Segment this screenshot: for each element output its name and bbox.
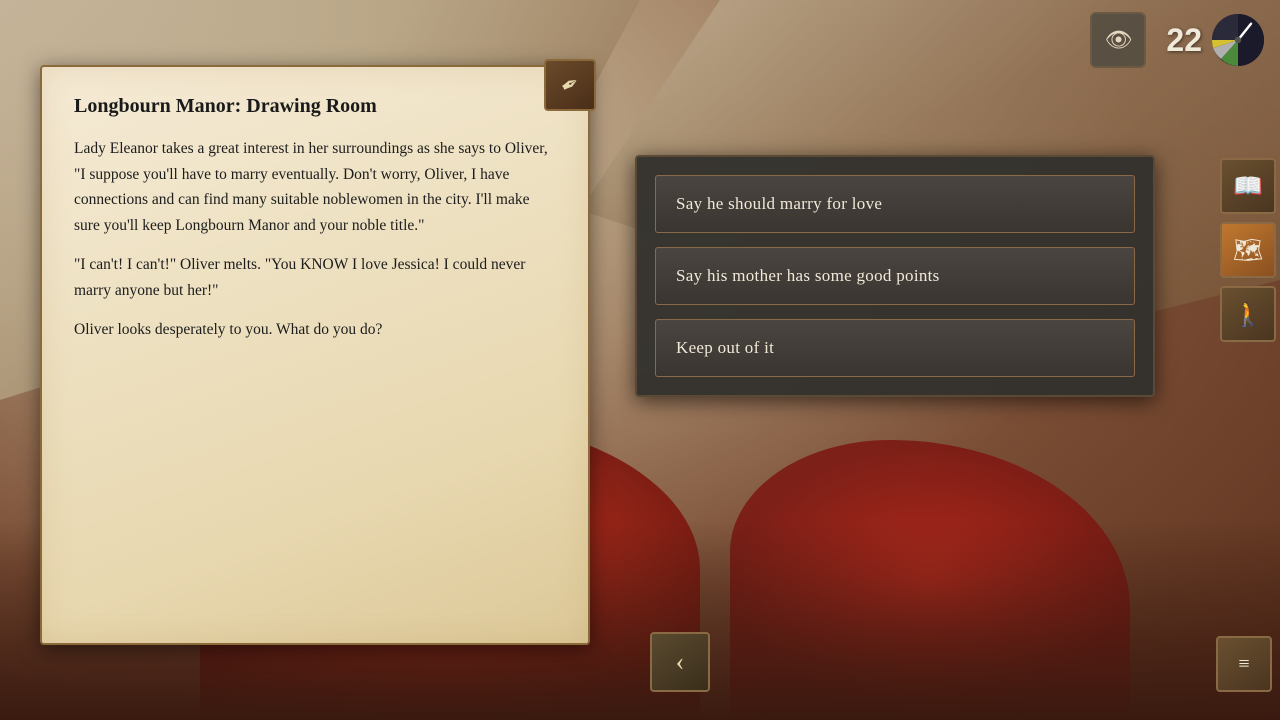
stats-pie-chart bbox=[1212, 14, 1264, 66]
choice-button-2[interactable]: Say his mother has some good points bbox=[655, 247, 1135, 305]
narrative-text: Lady Eleanor takes a great interest in h… bbox=[74, 136, 556, 343]
walk-icon: 🚶 bbox=[1233, 300, 1263, 329]
feather-icon: ✒ bbox=[556, 69, 585, 101]
eye-icon: 👁 bbox=[1104, 27, 1132, 53]
choice-button-1[interactable]: Say he should marry for love bbox=[655, 175, 1135, 233]
chevron-left-icon: ‹ bbox=[676, 647, 685, 677]
score-display: 22 bbox=[1166, 14, 1264, 66]
right-sidebar: 📖 🗺 🚶 bbox=[1212, 150, 1280, 350]
narrative-paragraph-2: "I can't! I can't!" Oliver melts. "You K… bbox=[74, 252, 556, 303]
narrative-paragraph-3: Oliver looks desperately to you. What do… bbox=[74, 317, 556, 343]
journal-button[interactable]: ✒ bbox=[544, 59, 596, 111]
move-sidebar-button[interactable]: 🚶 bbox=[1220, 286, 1276, 342]
hamburger-icon: ≡ bbox=[1238, 653, 1249, 676]
choice-button-3[interactable]: Keep out of it bbox=[655, 319, 1135, 377]
map-sidebar-button[interactable]: 🗺 bbox=[1220, 222, 1276, 278]
location-title: Longbourn Manor: Drawing Room bbox=[74, 95, 556, 118]
journal-sidebar-button[interactable]: 📖 bbox=[1220, 158, 1276, 214]
observe-button[interactable]: 👁 bbox=[1090, 12, 1146, 68]
book-icon: 📖 bbox=[1233, 172, 1263, 201]
map-icon: 🗺 bbox=[1233, 236, 1263, 265]
back-button[interactable]: ‹ bbox=[650, 632, 710, 692]
choices-panel: Say he should marry for love Say his mot… bbox=[635, 155, 1155, 397]
narrative-panel: ✒ Longbourn Manor: Drawing Room Lady Ele… bbox=[40, 65, 590, 645]
narrative-paragraph-1: Lady Eleanor takes a great interest in h… bbox=[74, 136, 556, 238]
menu-button[interactable]: ≡ bbox=[1216, 636, 1272, 692]
score-value: 22 bbox=[1166, 22, 1202, 59]
